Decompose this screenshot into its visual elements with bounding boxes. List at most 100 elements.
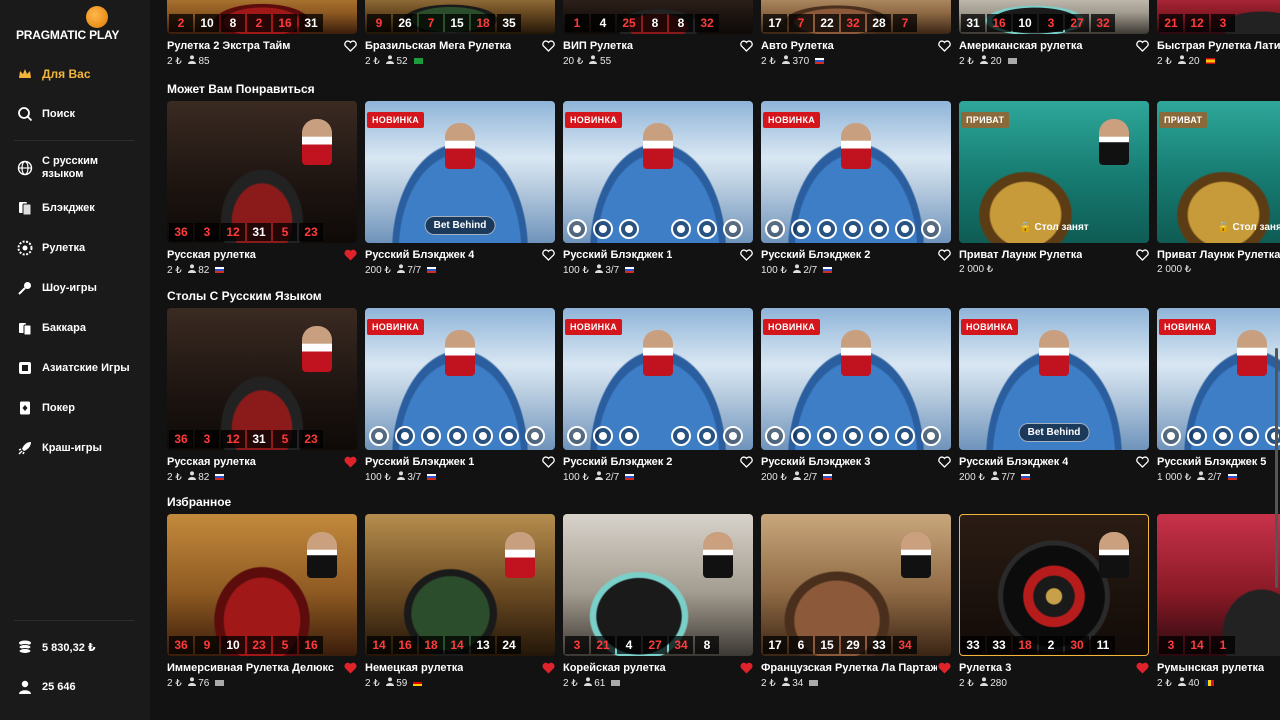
seat-user-icon[interactable]: [1187, 426, 1207, 446]
game-thumbnail[interactable]: 17 7 22 32 28 7: [761, 0, 951, 34]
heart-icon[interactable]: [937, 39, 951, 52]
game-thumbnail[interactable]: 36 3 12 31 5 23: [167, 308, 357, 450]
game-thumbnail[interactable]: НОВИНКА: [563, 101, 753, 243]
game-thumbnail[interactable]: 1 4 25 8 8 32: [563, 0, 753, 34]
game-thumbnail[interactable]: 2 10 8 2 16 31: [167, 0, 357, 34]
game-card[interactable]: 36 3 12 31 5 23 Русская рулетка 2 ₺ 82: [167, 308, 357, 483]
sidebar-item-blackjack[interactable]: Блэкджек: [16, 199, 95, 217]
game-card[interactable]: 14 16 18 14 13 24 Немецкая рулетка 2 ₺ 59: [365, 514, 555, 689]
game-card[interactable]: НОВИНКА Русский Блэкджек 2 100 ₺ 2/7: [563, 308, 753, 483]
game-card[interactable]: ПРИВАТ 🔒 Стол занят Приват Лаунж Рулетка 2 …: [959, 101, 1149, 275]
game-title[interactable]: Французская Рулетка Ла Партаж: [761, 662, 937, 674]
game-title[interactable]: ВИП Рулетка: [563, 40, 633, 52]
seat-user-icon[interactable]: [499, 426, 519, 446]
game-title[interactable]: Корейская рулетка: [563, 662, 666, 674]
game-title[interactable]: Приват Лаунж Рулетка: [959, 249, 1082, 261]
heart-filled-icon[interactable]: [343, 248, 357, 261]
seat-user-icon[interactable]: [843, 426, 863, 446]
seat-user-icon[interactable]: [921, 219, 941, 239]
game-title[interactable]: Русский Блэкджек 4: [365, 249, 474, 261]
heart-icon[interactable]: [541, 248, 555, 261]
seat-user-icon[interactable]: [723, 426, 743, 446]
game-thumbnail[interactable]: 3141›: [1157, 514, 1280, 656]
game-thumbnail[interactable]: НОВИНКА: [563, 308, 753, 450]
game-thumbnail[interactable]: ПРИВАТ 🔒 Стол занят: [959, 101, 1149, 243]
game-title[interactable]: Русский Блэкджек 5: [1157, 456, 1266, 468]
game-thumbnail[interactable]: 31 16 10 3 27 32: [959, 0, 1149, 34]
game-card[interactable]: 36 3 12 31 5 23 Русская рулетка 2 ₺ 82: [167, 101, 357, 276]
seat-user-icon[interactable]: [843, 219, 863, 239]
seat-user-icon[interactable]: [765, 426, 785, 446]
game-thumbnail[interactable]: 3 21 4 27 34 8: [563, 514, 753, 656]
seat-user-icon[interactable]: [697, 219, 717, 239]
seat-user-icon[interactable]: [1213, 426, 1233, 446]
game-card[interactable]: 36 9 10 23 5 16 Иммерсивная Рулетка Делюкс 2 ₺ …: [167, 514, 357, 689]
heart-filled-icon[interactable]: [1135, 661, 1149, 674]
game-card[interactable]: 17 6 15 29 33 34 Французская Рулетка Ла Партаж…: [761, 514, 951, 689]
seat-user-icon[interactable]: [765, 219, 785, 239]
heart-icon[interactable]: [541, 455, 555, 468]
game-card[interactable]: 31 16 10 3 27 32 Американская рулетка 2 ₺ 20: [959, 0, 1149, 67]
heart-icon[interactable]: [739, 248, 753, 261]
game-thumbnail[interactable]: 36 3 12 31 5 23: [167, 101, 357, 243]
game-thumbnail[interactable]: ПРИВАТ🔒 Стол занят›: [1157, 101, 1280, 243]
game-card[interactable]: 2 10 8 2 16 31 Рулетка 2 Экстра Тайм 2 ₺ 85: [167, 0, 357, 67]
game-title[interactable]: Рулетка 3: [959, 662, 1011, 674]
heart-icon[interactable]: [1135, 248, 1149, 261]
seat-user-icon[interactable]: [525, 426, 545, 446]
sidebar-item-baccarat[interactable]: Баккара: [16, 319, 86, 337]
game-title[interactable]: Рулетка 2 Экстра Тайм: [167, 40, 290, 52]
seat-user-icon[interactable]: [869, 426, 889, 446]
game-title[interactable]: Русский Блэкджек 1: [365, 456, 474, 468]
heart-icon[interactable]: [739, 455, 753, 468]
game-title[interactable]: Бразильская Мега Рулетка: [365, 40, 511, 52]
seat-user-icon[interactable]: [723, 219, 743, 239]
seat-user-icon[interactable]: [697, 426, 717, 446]
seat-user-icon[interactable]: [817, 219, 837, 239]
game-thumbnail[interactable]: 9 26 7 15 18 35: [365, 0, 555, 34]
game-card[interactable]: НОВИНКА› Русский Блэкджек 5 1 000 ₺ 2/7: [1157, 308, 1280, 483]
game-card[interactable]: 17 7 22 32 28 7 Авто Рулетка 2 ₺ 370: [761, 0, 951, 67]
seat-user-icon[interactable]: [421, 426, 441, 446]
sidebar-item-game-shows[interactable]: Шоу-игры: [16, 279, 97, 297]
game-title[interactable]: Русский Блэкджек 1: [563, 249, 672, 261]
heart-icon[interactable]: [937, 248, 951, 261]
game-card[interactable]: НОВИНКА Bet Behind Русский Блэкджек 4 200 ₺…: [365, 101, 555, 276]
heart-filled-icon[interactable]: [541, 661, 555, 674]
seat-user-icon[interactable]: [895, 426, 915, 446]
heart-icon[interactable]: [1135, 39, 1149, 52]
game-card[interactable]: 1 4 25 8 8 32 ВИП Рулетка 20 ₺ 55: [563, 0, 753, 67]
seat-user-icon[interactable]: [671, 426, 691, 446]
game-thumbnail[interactable]: НОВИНКА: [365, 308, 555, 450]
heart-filled-icon[interactable]: [937, 661, 951, 674]
seat-user-icon[interactable]: [791, 219, 811, 239]
sidebar-item-russian[interactable]: С русским языком: [16, 155, 112, 181]
game-title[interactable]: Русский Блэкджек 2: [563, 456, 672, 468]
heart-filled-icon[interactable]: [343, 661, 357, 674]
balance-display[interactable]: 5 830,32 ₺: [16, 638, 96, 656]
seat-user-icon[interactable]: [473, 426, 493, 446]
game-thumbnail[interactable]: НОВИНКА Bet Behind: [959, 308, 1149, 450]
game-card[interactable]: 3 21 4 27 34 8 Корейская рулетка 2 ₺ 61: [563, 514, 753, 689]
heart-icon[interactable]: [1135, 455, 1149, 468]
game-card[interactable]: 33 33 18 2 30 11 Рулетка 32 ₺ 280: [959, 514, 1149, 689]
sidebar-item-poker[interactable]: Покер: [16, 399, 75, 417]
game-card[interactable]: НОВИНКА Русский Блэкджек 1 100 ₺ 3/7: [365, 308, 555, 483]
game-thumbnail[interactable]: НОВИНКА Bet Behind: [365, 101, 555, 243]
seat-user-icon[interactable]: [921, 426, 941, 446]
sidebar-item-roulette[interactable]: Рулетка: [16, 239, 85, 257]
game-title[interactable]: Авто Рулетка: [761, 40, 834, 52]
sidebar-item-asian-games[interactable]: Азиатские Игры: [16, 359, 130, 377]
seat-user-icon[interactable]: [869, 219, 889, 239]
game-card[interactable]: НОВИНКА Русский Блэкджек 2 100 ₺ 2/7: [761, 101, 951, 276]
seat-user-icon[interactable]: [369, 426, 389, 446]
sidebar-item-for-you[interactable]: Для Вас: [16, 65, 91, 83]
seat-user-icon[interactable]: [567, 426, 587, 446]
seat-user-icon[interactable]: [1239, 426, 1259, 446]
seat-user-icon[interactable]: [593, 426, 613, 446]
game-title[interactable]: Немецкая рулетка: [365, 662, 463, 674]
game-title[interactable]: Русский Блэкджек 4: [959, 456, 1068, 468]
seat-user-icon[interactable]: [593, 219, 613, 239]
scrollbar[interactable]: [1275, 348, 1278, 588]
game-title[interactable]: Русская рулетка: [167, 456, 256, 468]
